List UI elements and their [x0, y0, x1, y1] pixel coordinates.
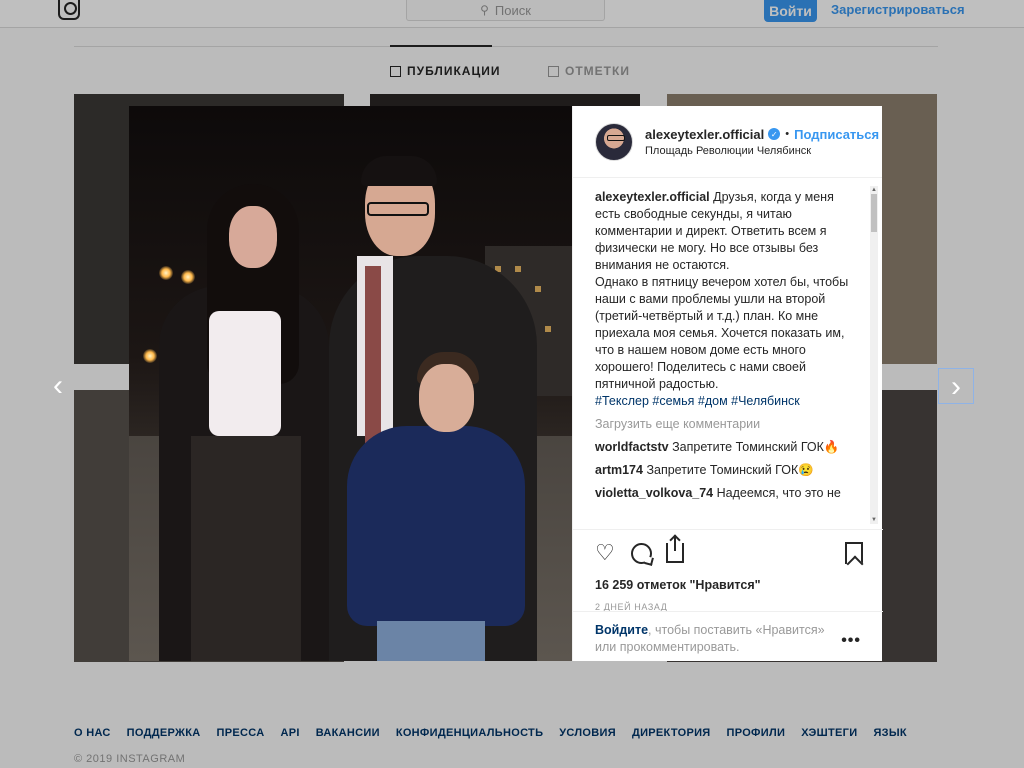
comment-author[interactable]: worldfactstv [595, 440, 669, 454]
post-caption: alexeytexler.official Друзья, когда у ме… [595, 189, 855, 410]
post-actions: ♡ 16 259 отметок "Нравится" 2 ДНЕЙ НАЗАД [573, 529, 883, 612]
heart-icon[interactable]: ♡ [595, 542, 617, 564]
caption-hashtags[interactable]: #Текслер #семья #дом #Челябинск [595, 393, 855, 410]
glasses [367, 202, 429, 216]
comment-author[interactable]: artm174 [595, 463, 643, 477]
comment-text: Запретите Томинский ГОК [646, 463, 799, 477]
street-lamp [159, 266, 173, 280]
woman-pants [191, 436, 301, 661]
scroll-up-arrow-icon[interactable]: ▲ [870, 186, 878, 194]
login-prompt: Войдите, чтобы поставить «Нравится» или … [573, 611, 883, 656]
woman-shirt [209, 311, 281, 436]
load-more-comments-button[interactable]: Загрузить еще комментарии [595, 416, 855, 433]
chevron-left-icon[interactable]: ‹ [40, 368, 76, 404]
scroll-thumb[interactable] [871, 194, 877, 232]
login-link[interactable]: Войдите [595, 623, 648, 637]
woman-face [229, 206, 277, 268]
post-sidebar: alexeytexler.official ✓ • Подписаться Пл… [572, 106, 883, 661]
post-header: alexeytexler.official ✓ • Подписаться Пл… [573, 106, 882, 178]
caption-author[interactable]: alexeytexler.official [595, 190, 710, 204]
comments-list[interactable]: alexeytexler.official Друзья, когда у ме… [573, 179, 883, 529]
street-lamp [181, 270, 195, 284]
post-modal: alexeytexler.official ✓ • Подписаться Пл… [129, 106, 883, 661]
comment-item: violetta_volkova_74 Надеемся, что это не [595, 485, 855, 502]
man-hair [361, 156, 437, 186]
sad-emoji-icon: 😢 [798, 463, 814, 477]
post-photo[interactable] [129, 106, 572, 661]
likes-count[interactable]: 16 259 отметок "Нравится" [595, 578, 863, 592]
more-icon[interactable]: ••• [841, 632, 861, 649]
fire-emoji-icon: 🔥 [823, 440, 840, 454]
street-lamp [143, 349, 157, 363]
boy-figure [347, 426, 525, 626]
comment-item: worldfactstv Запретите Томинский ГОК🔥 [595, 439, 855, 456]
avatar[interactable] [595, 122, 633, 161]
scroll-down-arrow-icon[interactable]: ▼ [870, 516, 878, 524]
separator-dot: • [785, 128, 790, 140]
boy-face [419, 364, 474, 432]
comment-text: Надеемся, что это не [716, 486, 841, 500]
chevron-right-icon[interactable]: › [938, 368, 974, 404]
share-icon[interactable] [666, 537, 684, 563]
verified-badge-icon: ✓ [768, 128, 781, 140]
caption-text-2: Однако в пятницу вечером хотел бы, чтобы… [595, 275, 849, 391]
bookmark-icon[interactable] [845, 542, 863, 564]
comments-scrollbar[interactable]: ▲ ▼ [870, 186, 878, 524]
follow-button[interactable]: Подписаться [794, 127, 879, 142]
man-tie [365, 266, 381, 446]
comment-text: Запретите Томинский ГОК [672, 440, 824, 454]
comment-item: artm174 Запретите Томинский ГОК😢 [595, 462, 855, 479]
comment-icon[interactable] [631, 542, 652, 564]
post-location[interactable]: Площадь Революции Челябинск [645, 145, 879, 157]
boy-jeans [377, 621, 485, 661]
post-username[interactable]: alexeytexler.official [645, 127, 764, 142]
comment-author[interactable]: violetta_volkova_74 [595, 486, 713, 500]
